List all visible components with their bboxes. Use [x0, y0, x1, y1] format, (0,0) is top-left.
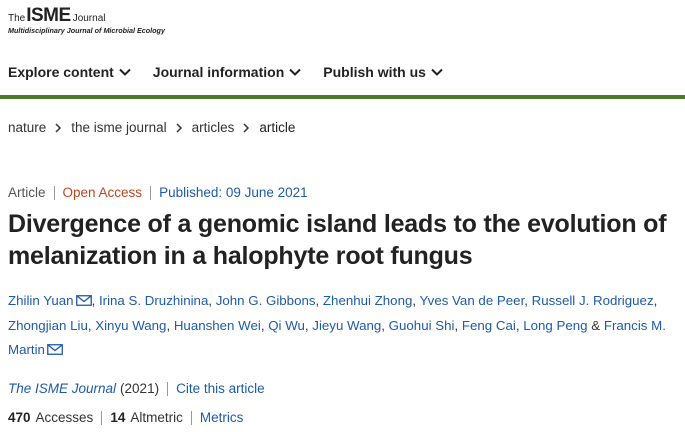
- breadcrumb-current: article: [259, 120, 296, 135]
- chevron-right-icon: [243, 122, 250, 133]
- author-separator-and: &: [587, 317, 604, 333]
- author-link[interactable]: Zhongjian Liu: [8, 318, 88, 333]
- logo-isme: ISME: [26, 5, 71, 26]
- nav-publish-with-us[interactable]: Publish with us: [323, 64, 443, 80]
- author-link[interactable]: Irina S. Druzhinina: [99, 293, 208, 308]
- author-link[interactable]: Zhenhui Zhong: [323, 293, 412, 308]
- nav-label: Journal information: [152, 64, 285, 80]
- author-list: Zhilin Yuan, Irina S. Druzhinina, John G…: [8, 289, 684, 363]
- article-type: Article: [8, 185, 46, 200]
- breadcrumb-nature[interactable]: nature: [8, 120, 46, 135]
- logo-the: The: [8, 13, 26, 24]
- meta-divider: [150, 185, 152, 200]
- chevron-right-icon: [55, 122, 62, 133]
- metrics-link[interactable]: Metrics: [200, 410, 244, 425]
- journal-name-link[interactable]: The ISME Journal: [8, 381, 116, 396]
- logo-subtitle: Multidisciplinary Journal of Microbial E…: [8, 26, 165, 35]
- author-link[interactable]: Feng Cai: [462, 318, 516, 333]
- altmetric-count: 14: [110, 410, 126, 425]
- author-separator: ,: [208, 293, 216, 308]
- author-link[interactable]: John G. Gibbons: [216, 293, 316, 308]
- breadcrumb: nature the isme journal articles article: [8, 120, 295, 135]
- author-separator: ,: [166, 317, 174, 333]
- author-link[interactable]: Qi Wu: [268, 318, 305, 333]
- cite-article-link[interactable]: Cite this article: [176, 381, 265, 396]
- author-link[interactable]: Russell J. Rodriguez: [532, 293, 654, 308]
- article-meta: Article Open Access Published: 09 June 2…: [8, 185, 308, 200]
- metrics-row: 470 Accesses 14 Altmetric Metrics: [8, 410, 243, 425]
- nav-label: Publish with us: [323, 64, 426, 80]
- chevron-down-icon: [119, 68, 131, 76]
- author-link[interactable]: Long Peng: [523, 318, 587, 333]
- author-separator: ,: [412, 293, 420, 308]
- author-link[interactable]: Jieyu Wang: [312, 318, 381, 333]
- author-link[interactable]: Xinyu Wang: [95, 318, 166, 333]
- author-separator: ,: [524, 293, 532, 308]
- accesses-count: 470: [8, 410, 31, 425]
- published-date: Published: 09 June 2021: [159, 185, 308, 200]
- article-title: Divergence of a genomic island leads to …: [8, 210, 667, 270]
- metrics-divider: [101, 410, 103, 425]
- journal-logo[interactable]: The ISME Journal Multidisciplinary Journ…: [8, 6, 165, 35]
- meta-divider: [53, 185, 55, 200]
- author-link[interactable]: Guohui Shi: [389, 318, 455, 333]
- altmetric-label: Altmetric: [130, 410, 183, 425]
- chevron-right-icon: [176, 122, 182, 133]
- citation-row: The ISME Journal (2021) Cite this articl…: [8, 381, 265, 396]
- nav-explore-content[interactable]: Explore content: [8, 64, 131, 80]
- open-access-label: Open Access: [62, 185, 143, 200]
- author-link[interactable]: Zhilin Yuan: [8, 293, 74, 308]
- mail-icon[interactable]: [47, 344, 63, 355]
- breadcrumb-articles[interactable]: articles: [192, 120, 235, 135]
- chevron-down-icon: [289, 68, 301, 76]
- nav-label: Explore content: [8, 64, 114, 80]
- author-link[interactable]: Yves Van de Peer: [420, 293, 525, 308]
- author-link[interactable]: Huanshen Wei: [174, 318, 261, 333]
- author-separator: ,: [315, 293, 323, 308]
- mail-icon[interactable]: [75, 295, 92, 306]
- accesses-label: Accesses: [35, 410, 94, 425]
- main-nav: Explore content Journal information Publ…: [8, 64, 465, 80]
- author-separator: ,: [454, 317, 462, 333]
- logo-journal: Journal: [72, 13, 106, 24]
- citation-divider: [167, 381, 169, 396]
- nav-journal-information[interactable]: Journal information: [153, 64, 301, 80]
- breadcrumb-journal[interactable]: the isme journal: [71, 120, 166, 135]
- header-divider-bar: [0, 95, 685, 99]
- journal-year: (2021): [120, 381, 160, 396]
- chevron-down-icon: [431, 68, 443, 76]
- author-separator: ,: [653, 293, 658, 308]
- metrics-divider: [190, 410, 192, 425]
- author-separator: ,: [91, 293, 99, 308]
- author-separator: ,: [381, 317, 389, 333]
